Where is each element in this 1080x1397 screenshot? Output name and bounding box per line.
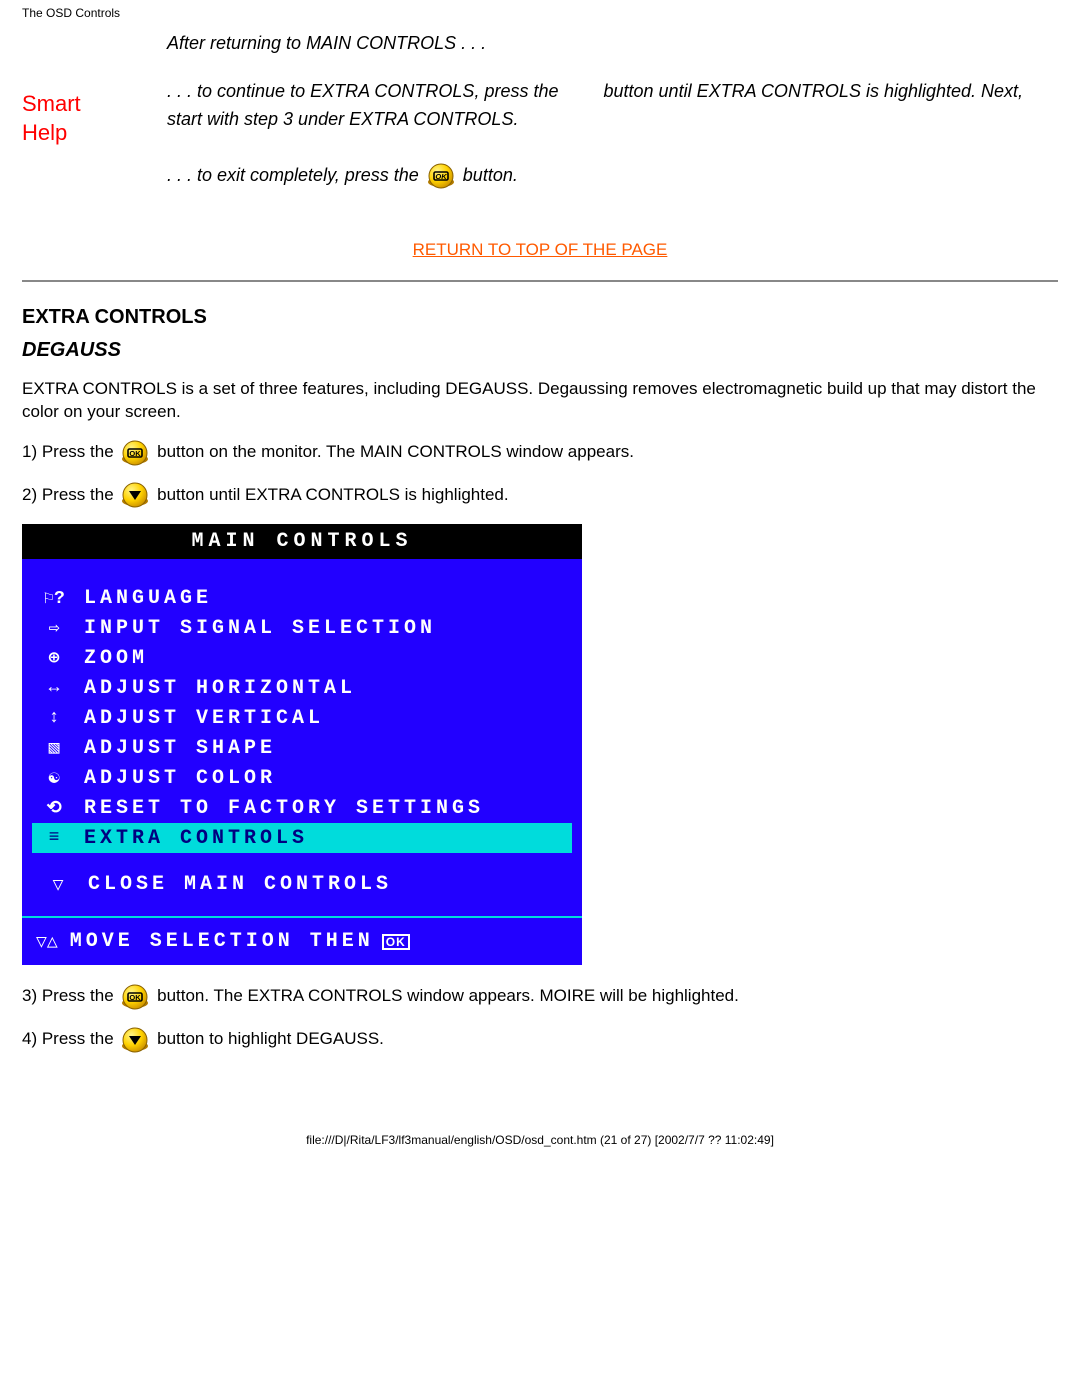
help-label: Help: [22, 120, 67, 145]
osd-item-label: RESET TO FACTORY SETTINGS: [70, 797, 484, 820]
lang-icon: ⚐?: [38, 587, 70, 609]
step-2: 2) Press the button until EXTRA CONTROLS…: [22, 482, 1058, 509]
osd-title: MAIN CONTROLS: [22, 524, 582, 559]
return-top-container: RETURN TO TOP OF THE PAGE: [22, 240, 1058, 260]
degauss-description: EXTRA CONTROLS is a set of three feature…: [22, 378, 1058, 424]
osd-item-horiz: ↔ADJUST HORIZONTAL: [32, 673, 572, 703]
osd-item-label: ADJUST SHAPE: [70, 737, 276, 760]
smart-help-label: Smart Help: [22, 90, 81, 147]
osd-close-label: CLOSE MAIN CONTROLS: [74, 873, 392, 896]
color-icon: ☯: [38, 767, 70, 789]
intro-continue: . . . to continue to EXTRA CONTROLS, pre…: [167, 78, 1058, 134]
osd-item-label: EXTRA CONTROLS: [70, 827, 308, 850]
intro-exit-prefix: . . . to exit completely, press the: [167, 165, 424, 185]
step-4: 4) Press the button to highlight DEGAUSS…: [22, 1026, 1058, 1053]
step-1-suffix: button on the monitor. The MAIN CONTROLS…: [157, 442, 634, 461]
section-title: EXTRA CONTROLS: [22, 306, 1058, 329]
osd-item-extra: ≡EXTRA CONTROLS: [32, 823, 572, 853]
osd-main-controls: MAIN CONTROLS ⚐?LANGUAGE⇨INPUT SIGNAL SE…: [22, 524, 582, 965]
page-header: The OSD Controls: [0, 0, 1080, 20]
osd-close-row: ▽ CLOSE MAIN CONTROLS: [22, 853, 582, 916]
step-1: 1) Press the button on the monitor. The …: [22, 439, 1058, 466]
osd-item-reset: ⟲RESET TO FACTORY SETTINGS: [32, 793, 572, 823]
osd-item-shape: ▧ADJUST SHAPE: [32, 733, 572, 763]
ok-button-icon: [120, 984, 150, 1010]
intro-continue-prefix: . . . to continue to EXTRA CONTROLS, pre…: [167, 81, 558, 101]
step-4-prefix: 4) Press the: [22, 1029, 118, 1048]
osd-item-label: ADJUST HORIZONTAL: [70, 677, 356, 700]
divider: [22, 280, 1058, 282]
step-2-suffix: button until EXTRA CONTROLS is highlight…: [157, 485, 509, 504]
intro-after-return: After returning to MAIN CONTROLS . . .: [167, 30, 1058, 58]
horiz-icon: ↔: [38, 678, 70, 698]
osd-item-input: ⇨INPUT SIGNAL SELECTION: [32, 613, 572, 643]
ok-indicator-icon: OK: [382, 934, 410, 950]
intro-continue-mid: button until EXTRA: [604, 81, 756, 101]
step-3-suffix: button. The EXTRA CONTROLS window appear…: [157, 986, 739, 1005]
intro-block: After returning to MAIN CONTROLS . . . .…: [167, 30, 1058, 190]
step-1-prefix: 1) Press the: [22, 442, 118, 461]
osd-item-label: ADJUST COLOR: [70, 767, 276, 790]
osd-item-zoom: ⊕ZOOM: [32, 643, 572, 673]
osd-item-lang: ⚐?LANGUAGE: [32, 583, 572, 613]
ok-button-icon: [426, 163, 456, 189]
osd-footer: ▽△ MOVE SELECTION THEN OK: [22, 916, 582, 965]
step-2-prefix: 2) Press the: [22, 485, 118, 504]
down-button-icon: [120, 1027, 150, 1053]
section-subtitle: DEGAUSS: [22, 339, 1058, 362]
down-button-icon: [120, 482, 150, 508]
reset-icon: ⟲: [38, 797, 70, 819]
osd-footer-text: MOVE SELECTION THEN: [70, 930, 374, 953]
step-3-prefix: 3) Press the: [22, 986, 118, 1005]
smart-label: Smart: [22, 91, 81, 116]
osd-item-vert: ↕ADJUST VERTICAL: [32, 703, 572, 733]
vert-icon: ↕: [38, 708, 70, 728]
osd-item-label: LANGUAGE: [70, 587, 212, 610]
osd-item-label: ZOOM: [70, 647, 148, 670]
osd-item-label: ADJUST VERTICAL: [70, 707, 324, 730]
shape-icon: ▧: [38, 737, 70, 759]
down-arrow-icon: ▽: [42, 874, 74, 896]
step-3: 3) Press the button. The EXTRA CONTROLS …: [22, 983, 1058, 1010]
input-icon: ⇨: [38, 617, 70, 639]
up-down-arrows-icon: ▽△: [36, 931, 70, 953]
intro-exit: . . . to exit completely, press the butt…: [167, 162, 1058, 190]
osd-item-color: ☯ADJUST COLOR: [32, 763, 572, 793]
intro-exit-suffix: button.: [463, 165, 518, 185]
return-top-link[interactable]: RETURN TO TOP OF THE PAGE: [413, 240, 668, 259]
file-footer: file:///D|/Rita/LF3/lf3manual/english/OS…: [0, 1133, 1080, 1155]
step-4-suffix: button to highlight DEGAUSS.: [157, 1029, 384, 1048]
osd-item-label: INPUT SIGNAL SELECTION: [70, 617, 436, 640]
zoom-icon: ⊕: [38, 647, 70, 669]
extra-icon: ≡: [38, 828, 70, 848]
ok-button-icon: [120, 440, 150, 466]
